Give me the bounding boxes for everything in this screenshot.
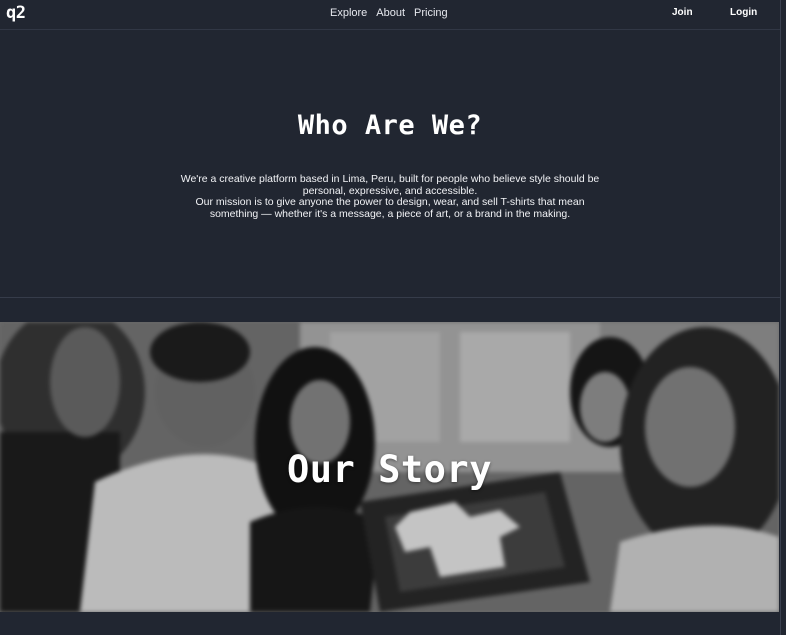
section-divider bbox=[0, 297, 780, 298]
story-title: Our Story bbox=[287, 448, 492, 491]
about-description: We're a creative platform based in Lima,… bbox=[180, 173, 600, 220]
nav-link-pricing[interactable]: Pricing bbox=[414, 7, 448, 19]
top-navbar: q2 Explore About Pricing Join Login bbox=[0, 0, 780, 30]
about-paragraph-2: Our mission is to give anyone the power … bbox=[195, 196, 585, 220]
story-section: Our Story bbox=[0, 322, 779, 612]
nav-link-explore[interactable]: Explore bbox=[330, 7, 367, 19]
page-edge-divider bbox=[780, 0, 781, 635]
login-button[interactable]: Login bbox=[730, 7, 757, 18]
nav-links: Explore About Pricing bbox=[330, 7, 448, 19]
join-button[interactable]: Join bbox=[672, 7, 693, 18]
logo[interactable]: q2 bbox=[6, 3, 26, 23]
about-title: Who Are We? bbox=[297, 110, 483, 141]
about-paragraph-1: We're a creative platform based in Lima,… bbox=[180, 173, 600, 197]
nav-link-about[interactable]: About bbox=[376, 7, 405, 19]
